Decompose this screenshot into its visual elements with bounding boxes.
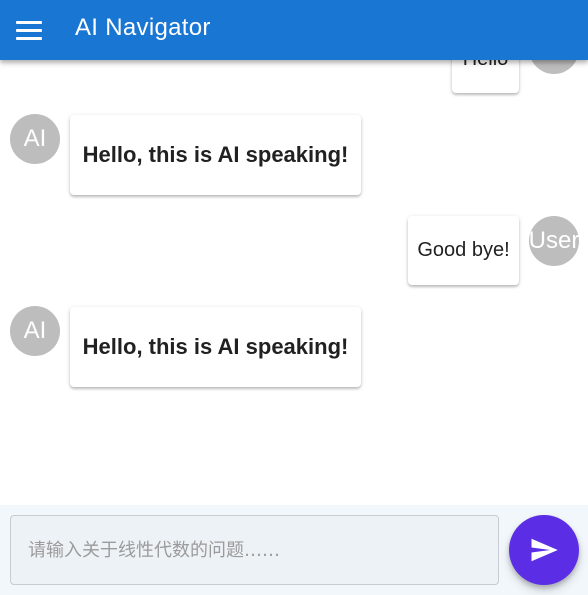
app-title: AI Navigator [75,14,211,41]
ai-avatar: AI [10,114,60,164]
message-text: Good bye! [417,239,510,261]
user-message-bubble: Good bye! [408,216,519,285]
app-bar: AI Navigator [0,0,588,60]
chat-app: Hello AI Hello, this is AI speaking! Use… [0,0,588,595]
composer-area [0,505,588,595]
user-avatar: User [529,216,579,266]
menu-icon[interactable] [14,16,44,44]
send-icon [531,538,558,562]
message-list: Hello AI Hello, this is AI speaking! Use… [0,0,588,505]
question-input[interactable] [10,515,499,585]
message-text: Hello, this is AI speaking! [82,142,349,167]
message-text: Hello, this is AI speaking! [82,334,349,359]
ai-message-bubble: Hello, this is AI speaking! [70,115,361,195]
ai-avatar: AI [10,306,60,356]
send-button[interactable] [509,515,579,585]
ai-message-bubble: Hello, this is AI speaking! [70,307,361,387]
